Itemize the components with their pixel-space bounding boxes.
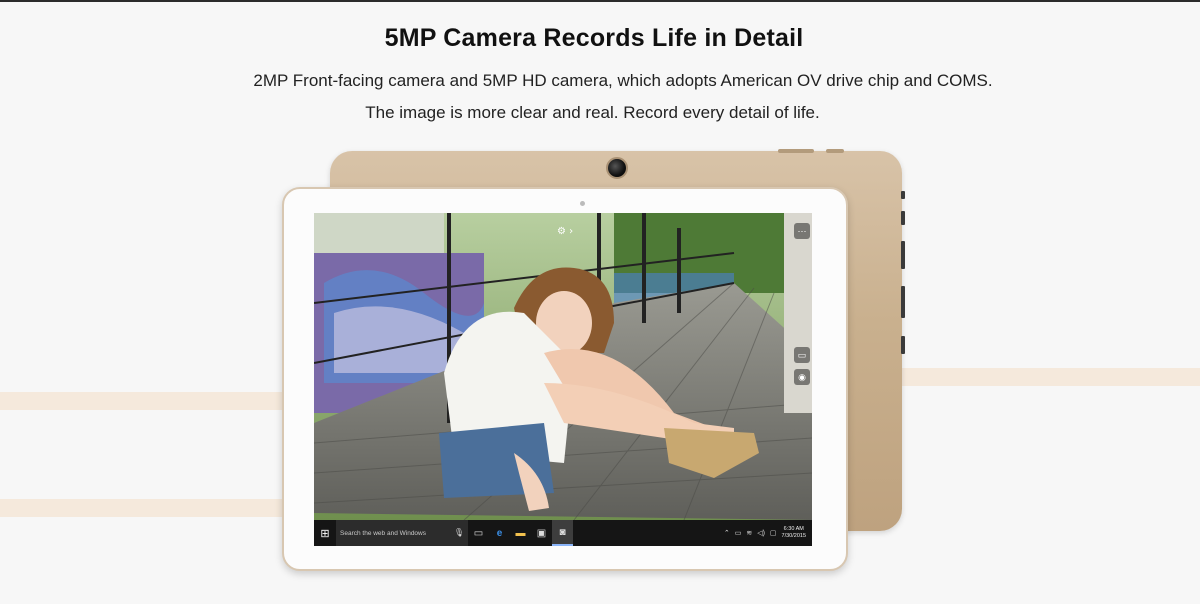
network-icon[interactable]: ≋ (746, 529, 752, 537)
edge-icon[interactable]: e (489, 520, 510, 546)
chevron-up-icon[interactable]: ⌃ (724, 529, 730, 537)
notification-icon[interactable]: ▢ (770, 529, 777, 537)
clock-time: 6:30 AM (783, 526, 804, 532)
task-view-icon[interactable]: ▭ (468, 520, 489, 546)
description-line-1: 2MP Front-facing camera and 5MP HD camer… (253, 71, 993, 90)
page-title: 5MP Camera Records Life in Detail (384, 24, 804, 52)
file-explorer-icon[interactable]: ▬ (510, 520, 531, 546)
tablet-screen: ⚙ › ⋯ ▭ ◉ ⊞ Search the web and Windows 🎙… (314, 213, 812, 546)
search-box[interactable]: Search the web and Windows 🎙 (336, 520, 468, 546)
power-button (826, 149, 844, 153)
decorative-band-right (895, 368, 1200, 386)
volume-icon[interactable]: ◁) (757, 529, 765, 537)
camera-mode-indicator[interactable]: ⚙ › (557, 226, 573, 237)
clock-date: 7/30/2015 (781, 533, 806, 539)
more-icon[interactable]: ⋯ (794, 223, 810, 239)
camera-icon[interactable]: ◙ (552, 520, 573, 546)
decorative-band-left-upper (0, 392, 290, 410)
clock[interactable]: 6:30 AM 7/30/2015 (782, 526, 806, 540)
windows-taskbar: ⊞ Search the web and Windows 🎙 ▭ e ▬ ▣ ◙… (314, 520, 812, 546)
top-border-line (0, 0, 1200, 2)
side-port (901, 336, 905, 354)
front-camera-lens (580, 201, 585, 206)
side-port (901, 241, 905, 269)
video-icon[interactable]: ▭ (794, 347, 810, 363)
microphone-icon[interactable]: 🎙 (454, 528, 464, 537)
side-port (901, 191, 905, 199)
battery-icon[interactable]: ▭ (735, 529, 742, 537)
description-line-2: The image is more clear and real. Record… (365, 103, 820, 122)
rear-camera-lens (606, 157, 628, 179)
windows-logo-icon[interactable]: ⊞ (314, 520, 336, 546)
search-placeholder: Search the web and Windows (340, 529, 426, 537)
system-tray: ⌃ ▭ ≋ ◁) ▢ 6:30 AM 7/30/2015 (724, 526, 812, 540)
side-port (901, 211, 905, 225)
side-port (901, 286, 905, 318)
volume-button (778, 149, 814, 153)
camera-preview-photo (314, 213, 812, 520)
decorative-band-left-lower (0, 499, 290, 517)
photo-icon[interactable]: ◉ (794, 369, 810, 385)
store-icon[interactable]: ▣ (531, 520, 552, 546)
